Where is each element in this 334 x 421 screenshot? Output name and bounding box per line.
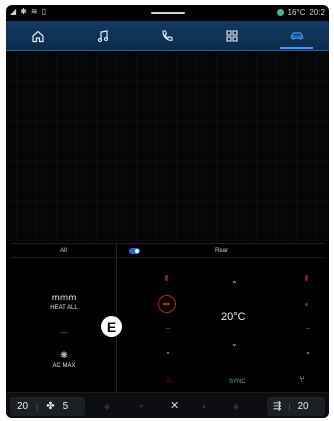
climate-rear-column: Rear ⌃ 20°C ⌄ ♨ SYNC ⑂ [118, 244, 324, 392]
content-area [6, 52, 329, 241]
signal-icon: ◢ [10, 7, 17, 16]
fan-icon: ✤ [46, 401, 55, 412]
driver-temperature: 20 [17, 401, 29, 412]
temp-down-button[interactable]: ⌄ [231, 339, 238, 348]
phone-status-icon: ▯ [41, 7, 46, 16]
defrost-button[interactable] [158, 295, 176, 313]
divider [60, 332, 68, 333]
climate-all-column: All ՠՠՠ HEAT ALL ❋ AC MAX [11, 244, 117, 392]
heat-icon: ՠՠՠ [51, 292, 77, 302]
status-bar: ◢ ✱ ≋ ▯ 16°C 20:2 [6, 5, 329, 21]
rear-temperature: 20°C [221, 311, 246, 323]
heat-level-indicator-right-2 [306, 328, 310, 329]
tab-vehicle[interactable] [264, 21, 329, 51]
status-icons: ◢ ✱ ≋ ▯ [10, 8, 46, 16]
annotation-marker-e: E [101, 316, 122, 337]
tab-music[interactable] [71, 21, 136, 51]
tab-home[interactable] [6, 21, 71, 51]
rear-toggle[interactable] [129, 248, 140, 254]
climate-panel: All ՠՠՠ HEAT ALL ❋ AC MAX Rear ⌃ 20°C ⌄ … [11, 243, 324, 392]
apps-grid-icon [226, 29, 238, 42]
ac-max-button[interactable]: ❋ AC MAX [11, 350, 117, 369]
music-icon [97, 29, 108, 42]
clock: 20:2 [309, 8, 325, 17]
seat-heat-icon[interactable]: ♦ [202, 402, 206, 411]
close-icon[interactable]: ✕ [170, 399, 179, 412]
fan-direction-icon: ⇶ [273, 401, 282, 412]
heat-level-indicator-right [305, 303, 308, 306]
notification-handle[interactable] [151, 12, 185, 14]
seat-icon[interactable]: ⑂ [299, 374, 304, 384]
level-dot [167, 352, 169, 354]
separator: | [36, 402, 39, 411]
ventilation-icon[interactable]: ◆ [233, 402, 239, 411]
wifi-icon: ≋ [30, 7, 38, 16]
separator: | [288, 402, 291, 411]
all-header: All [11, 244, 116, 258]
rear-label: Rear [215, 248, 229, 254]
seat-heat-indicator-right [305, 275, 308, 281]
phone-icon [162, 29, 174, 41]
sync-button[interactable]: SYNC [229, 379, 246, 385]
recirculation-icon[interactable]: ◆ [104, 402, 110, 411]
home-icon [32, 30, 44, 42]
passenger-climate-control[interactable]: ⇶ | 20 [267, 397, 325, 416]
infotainment-screen: ◢ ✱ ≋ ▯ 16°C 20:2 All ՠՠՠ HEAT ALL ❋ AC … [6, 5, 329, 418]
status-right: 16°C 20:2 [276, 8, 325, 17]
heat-all-button[interactable]: ՠՠՠ HEAT ALL [11, 290, 117, 311]
defrost-rear-icon[interactable]: ✦ [138, 402, 145, 411]
temp-up-button[interactable]: ⌃ [231, 280, 238, 289]
passenger-temperature: 20 [297, 401, 309, 412]
tab-phone[interactable] [135, 21, 200, 51]
heated-seat-icon[interactable]: ♨ [165, 374, 173, 385]
main-navigation [6, 21, 329, 51]
level-dot-right [307, 352, 309, 354]
snowflake-icon: ❋ [60, 350, 68, 360]
car-icon [290, 31, 303, 39]
heat-level-indicator [166, 328, 170, 329]
heat-all-label: HEAT ALL [50, 305, 78, 311]
outside-temperature: 16°C [287, 8, 306, 17]
tab-apps[interactable] [200, 21, 265, 51]
fan-level: 5 [62, 401, 69, 412]
seat-heat-indicator [165, 275, 168, 281]
climate-bar: 20 | ✤ 5 ◆ ✦ ✕ ♦ ◆ ⇶ | 20 [6, 392, 329, 418]
driver-climate-control[interactable]: 20 | ✤ 5 [10, 397, 85, 416]
status-dot-icon [276, 9, 284, 16]
bluetooth-icon: ✱ [20, 7, 27, 16]
rear-header: Rear [118, 244, 324, 258]
ac-max-label: AC MAX [52, 363, 76, 369]
